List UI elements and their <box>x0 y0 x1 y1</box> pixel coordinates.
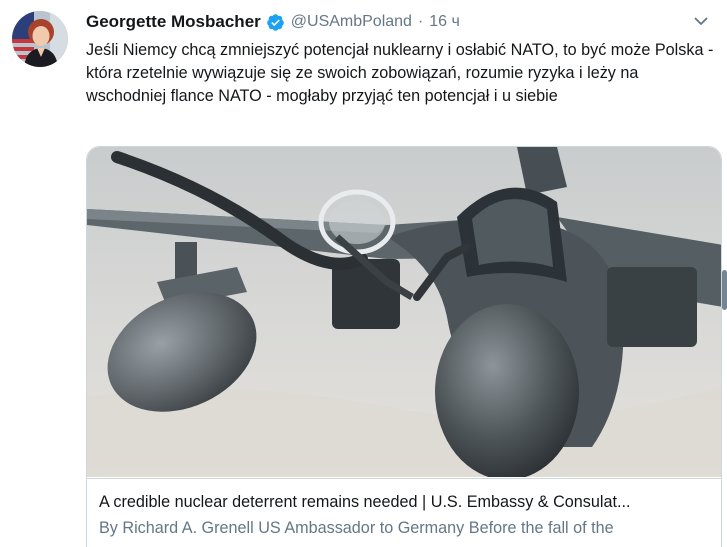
verified-badge-icon <box>266 13 285 32</box>
separator-dot: · <box>417 13 424 30</box>
card-title[interactable]: A credible nuclear deterrent remains nee… <box>99 491 711 513</box>
author-name[interactable]: Georgette Mosbacher <box>86 12 261 32</box>
link-card[interactable]: A credible nuclear deterrent remains nee… <box>86 146 722 547</box>
tweet[interactable]: Georgette Mosbacher @USAmbPoland · 16 ч … <box>0 0 727 547</box>
timestamp[interactable]: 16 ч <box>429 13 460 31</box>
tweet-header: Georgette Mosbacher @USAmbPoland · 16 ч <box>86 11 460 33</box>
card-body[interactable]: A credible nuclear deterrent remains nee… <box>87 478 721 539</box>
card-image[interactable] <box>87 147 721 477</box>
author-handle[interactable]: @USAmbPoland <box>291 13 412 31</box>
tweet-text: Jeśli Niemcy chcą zmniejszyć potencjał n… <box>86 41 714 105</box>
scrollbar-thumb[interactable] <box>722 270 727 310</box>
avatar[interactable] <box>12 11 68 67</box>
card-description: By Richard A. Grenell US Ambassador to G… <box>99 519 614 537</box>
chevron-down-icon[interactable] <box>692 12 710 30</box>
